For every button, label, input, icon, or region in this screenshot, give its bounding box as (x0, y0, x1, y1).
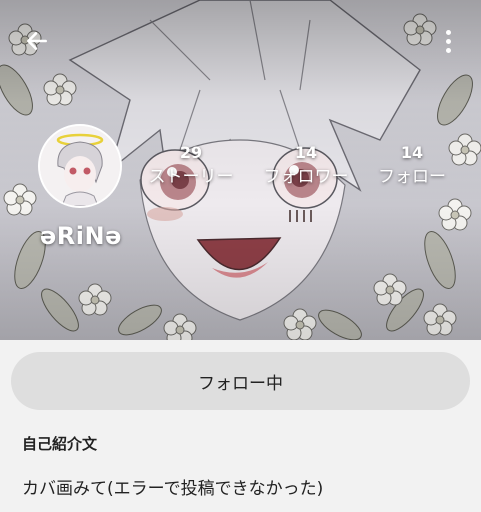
following-button[interactable]: フォロー中 (11, 352, 470, 410)
username: əRiNə (40, 222, 122, 250)
stat-followers[interactable]: 14 フォロワー (251, 142, 361, 190)
avatar-image (40, 126, 120, 206)
stat-following[interactable]: 14 フォロー (357, 142, 467, 190)
stat-stories-count: 29 (179, 143, 203, 162)
bio-heading: 自己紹介文 (22, 435, 98, 453)
back-button[interactable] (22, 26, 52, 56)
more-options-button[interactable] (436, 26, 460, 56)
stat-stories-label: ストーリー (148, 167, 234, 187)
stat-followers-label: フォロワー (263, 167, 349, 187)
stat-stories[interactable]: 29 ストーリー (136, 142, 246, 190)
avatar[interactable] (38, 124, 122, 208)
bio-text: カバ画みて(エラーで投稿できなかった) (22, 479, 324, 499)
stat-following-label: フォロー (378, 167, 446, 187)
stat-followers-count: 14 (294, 143, 318, 162)
arrow-left-icon (27, 32, 47, 50)
stat-following-count: 14 (400, 143, 424, 162)
more-vertical-icon (445, 29, 451, 35)
